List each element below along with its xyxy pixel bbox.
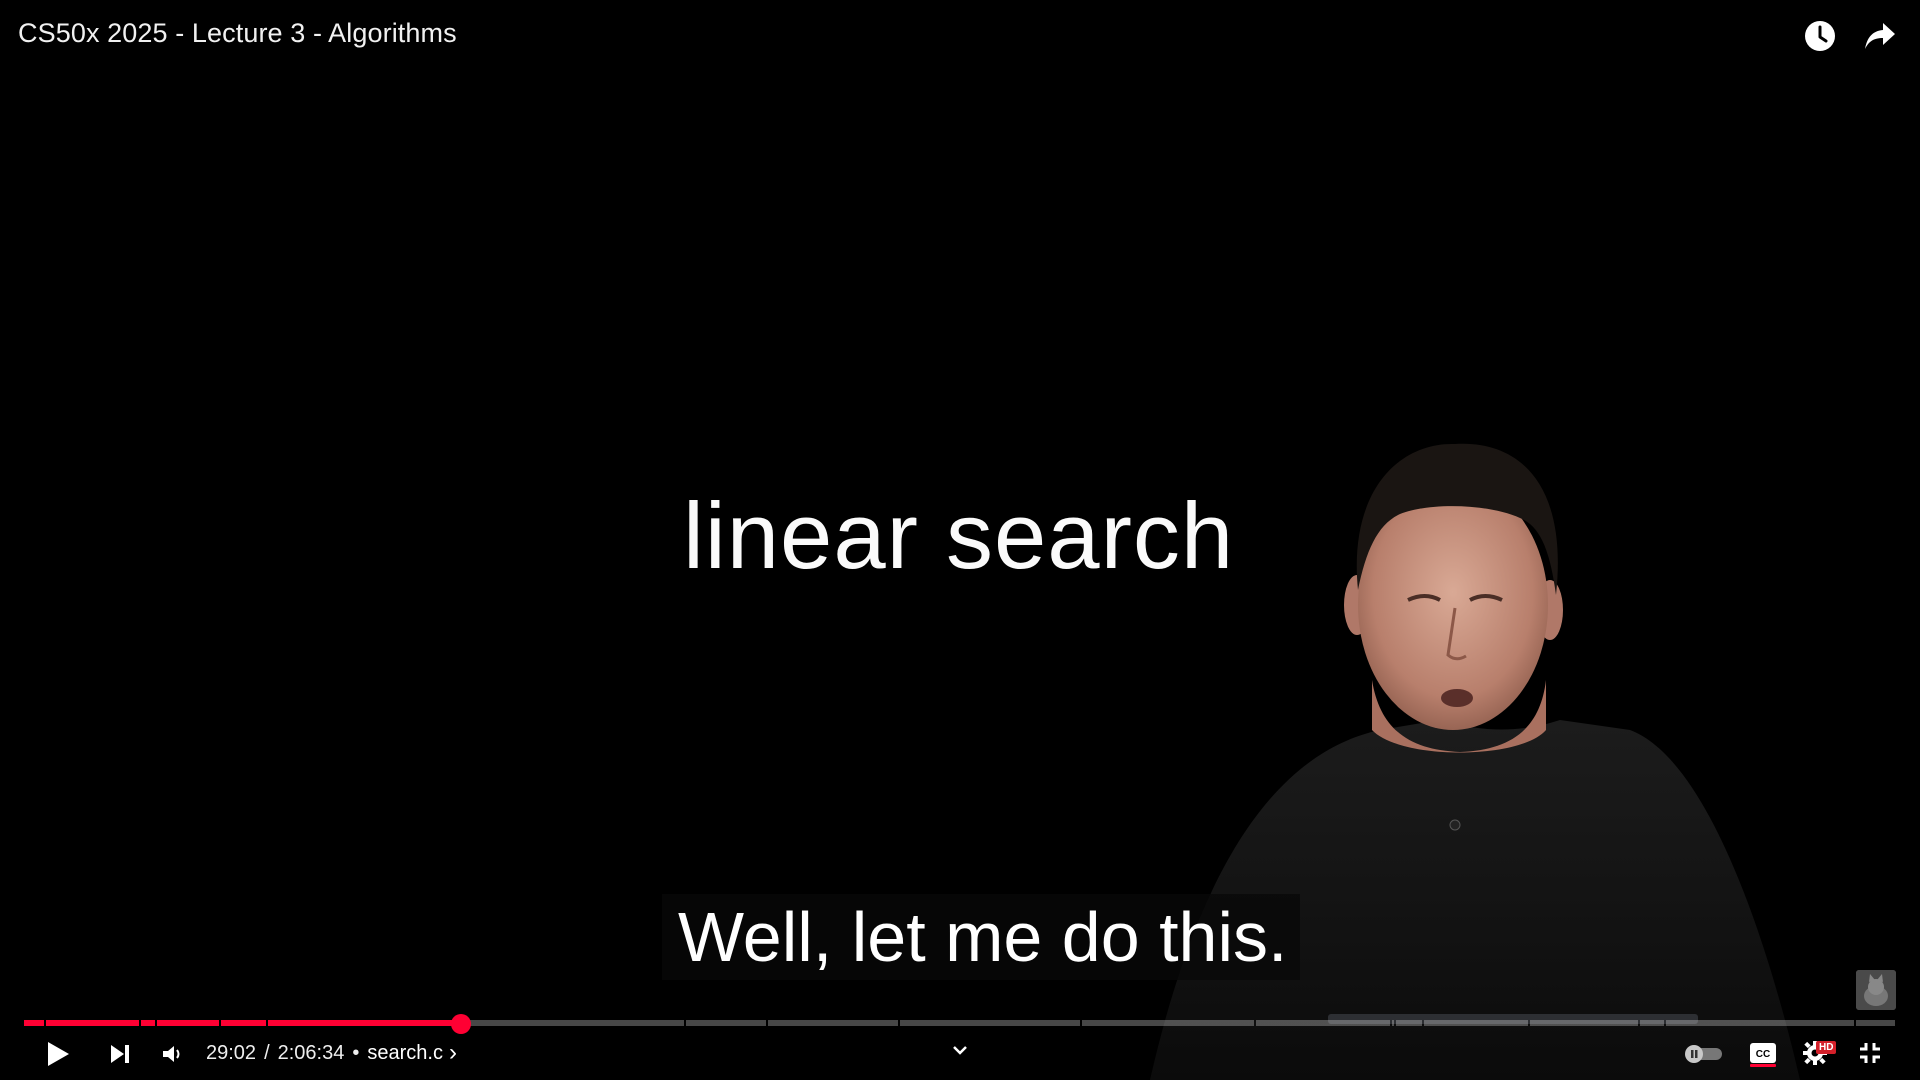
captions-active-indicator xyxy=(1750,1064,1776,1067)
next-button[interactable] xyxy=(102,1036,138,1072)
time-separator: / xyxy=(264,1041,270,1064)
svg-text:CC: CC xyxy=(1756,1049,1770,1060)
expand-button[interactable] xyxy=(946,1036,974,1064)
video-title[interactable]: CS50x 2025 - Lecture 3 - Algorithms xyxy=(18,18,457,49)
chapter-button[interactable]: search.c › xyxy=(367,1039,457,1067)
progress-chapter-segment[interactable] xyxy=(768,1020,898,1026)
play-button[interactable] xyxy=(40,1036,76,1072)
chapter-title: search.c xyxy=(367,1041,443,1064)
exit-fullscreen-icon xyxy=(1860,1043,1880,1063)
top-actions xyxy=(1800,16,1900,56)
time-display: 29:02 / 2:06:34 • search.c › xyxy=(206,1039,457,1067)
progress-chapter-segment[interactable] xyxy=(1256,1020,1390,1026)
progress-played-segment xyxy=(46,1020,139,1026)
progress-chapter-segment[interactable] xyxy=(1856,1020,1895,1026)
clock-icon xyxy=(1805,21,1835,51)
autoplay-toggle-icon xyxy=(1685,1045,1722,1063)
progress-bar[interactable] xyxy=(24,1020,1895,1026)
autoplay-toggle[interactable] xyxy=(1682,1040,1724,1066)
progress-played-segment xyxy=(141,1020,155,1026)
watch-later-button[interactable] xyxy=(1800,16,1840,56)
progress-chapter-segment[interactable] xyxy=(1082,1020,1254,1026)
current-time: 29:02 xyxy=(206,1041,257,1064)
progress-played-segment xyxy=(221,1020,266,1026)
exit-fullscreen-button[interactable] xyxy=(1852,1036,1888,1070)
progress-chapter-segment[interactable] xyxy=(1640,1020,1664,1026)
volume-icon xyxy=(163,1046,180,1062)
volume-button[interactable] xyxy=(154,1036,190,1072)
progress-played-segment xyxy=(157,1020,219,1026)
duration: 2:06:34 xyxy=(277,1041,345,1064)
next-icon xyxy=(111,1045,129,1063)
progress-chapter-segment[interactable] xyxy=(1396,1020,1422,1026)
storyboard-thumbnail xyxy=(1856,970,1896,1010)
hd-badge: HD xyxy=(1816,1041,1837,1054)
progress-chapter-segment[interactable] xyxy=(1666,1020,1854,1026)
progress-chapter-segment[interactable] xyxy=(900,1020,1080,1026)
caption-text: Well, let me do this. xyxy=(678,898,1288,976)
progress-chapter-segment[interactable] xyxy=(1424,1020,1528,1026)
presenter-image xyxy=(1150,443,1800,1080)
cat-thumbnail-icon xyxy=(1856,970,1896,1010)
progress-chapter-segment[interactable] xyxy=(686,1020,766,1026)
progress-played-segment xyxy=(268,1020,454,1026)
play-icon xyxy=(48,1042,69,1066)
chapter-bullet: • xyxy=(352,1041,360,1064)
chevron-right-icon: › xyxy=(448,1039,457,1066)
progress-played-segment xyxy=(24,1020,44,1026)
chevron-down-icon xyxy=(953,1046,967,1055)
progress-chapter-segment[interactable] xyxy=(1530,1020,1638,1026)
video-player[interactable]: CS50x 2025 - Lecture 3 - Algorithms line… xyxy=(0,0,1920,1080)
share-button[interactable] xyxy=(1860,16,1900,56)
share-arrow-icon xyxy=(1865,23,1895,49)
progress-chapter-segment[interactable] xyxy=(1392,1020,1394,1026)
progress-scrubber[interactable] xyxy=(451,1014,471,1034)
cc-icon: CC xyxy=(1750,1043,1776,1063)
